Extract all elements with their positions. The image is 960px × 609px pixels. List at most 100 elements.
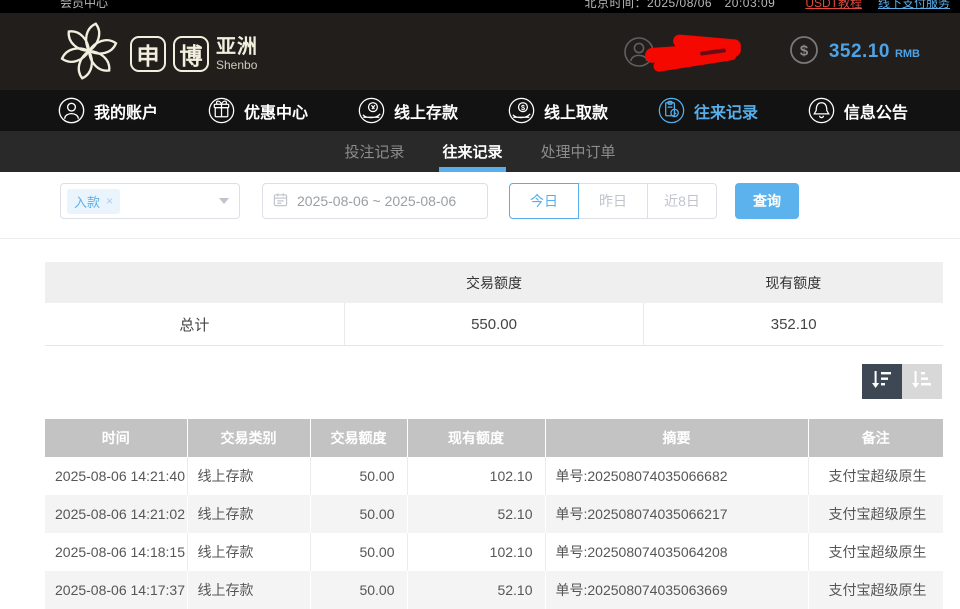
beijing-time: 北京时间：2025/08/06 20:03:09 bbox=[585, 0, 776, 11]
search-button[interactable]: 查询 bbox=[735, 183, 799, 219]
main-nav: 我的账户 优惠中心 线上存款 $ 线上取款 bbox=[0, 90, 960, 131]
cell-summary: 单号:202508074035066217 bbox=[545, 495, 808, 533]
tag-label: 入款 bbox=[74, 192, 100, 211]
table-row: 2025-08-06 14:17:37 线上存款 50.00 52.10 单号:… bbox=[45, 571, 943, 609]
brand-logo[interactable]: 申 博 亚洲 Shenbo bbox=[58, 20, 258, 87]
col-header-amount: 交易额度 bbox=[310, 419, 407, 457]
selected-type-tag: 入款 × bbox=[67, 189, 120, 214]
cell-amount: 50.00 bbox=[310, 571, 407, 609]
cell-time: 2025-08-06 14:21:40 bbox=[45, 457, 187, 495]
section-divider bbox=[0, 238, 960, 239]
logo-char-bo: 博 bbox=[173, 36, 209, 72]
offline-payment-link[interactable]: 线下支付服务 bbox=[878, 0, 950, 11]
type-select[interactable]: 入款 × bbox=[60, 183, 240, 219]
tag-remove-icon[interactable]: × bbox=[106, 195, 113, 207]
cell-remark: 支付宝超级原生 bbox=[808, 457, 943, 495]
summary-total-balance: 352.10 bbox=[643, 303, 943, 345]
dollar-coin-icon: $ bbox=[789, 35, 819, 70]
withdraw-icon: $ bbox=[508, 97, 535, 124]
nav-item-transaction-records[interactable]: 往来记录 bbox=[658, 97, 758, 124]
summary-header-transaction-amount: 交易额度 bbox=[344, 262, 643, 303]
summary-total-label: 总计 bbox=[45, 303, 344, 345]
username-redaction-scribble bbox=[645, 36, 745, 68]
cell-summary: 单号:202508074035064208 bbox=[545, 533, 808, 571]
logo-char-shen: 申 bbox=[130, 36, 166, 72]
col-header-balance: 现有额度 bbox=[407, 419, 545, 457]
cell-type: 线上存款 bbox=[187, 571, 310, 609]
cell-balance: 102.10 bbox=[407, 457, 545, 495]
record-subtabs: 投注记录 往来记录 处理中订单 bbox=[0, 131, 960, 172]
cell-type: 线上存款 bbox=[187, 533, 310, 571]
cell-amount: 50.00 bbox=[310, 457, 407, 495]
yesterday-button[interactable]: 昨日 bbox=[578, 183, 648, 219]
transactions-table: 时间 交易类别 交易额度 现有额度 摘要 备注 2025-08-06 14:21… bbox=[45, 419, 943, 609]
date-range-input[interactable]: 2025-08-06 ~ 2025-08-06 bbox=[262, 183, 488, 219]
nav-item-online-withdraw[interactable]: $ 线上取款 bbox=[508, 97, 608, 124]
date-range-value: 2025-08-06 ~ 2025-08-06 bbox=[297, 193, 456, 209]
nav-label: 线上取款 bbox=[544, 99, 608, 123]
cell-remark: 支付宝超级原生 bbox=[808, 533, 943, 571]
cell-summary: 单号:202508074035063669 bbox=[545, 571, 808, 609]
site-header: 申 博 亚洲 Shenbo $ bbox=[0, 13, 960, 90]
summary-header-current-balance: 现有额度 bbox=[644, 262, 943, 303]
nav-item-my-account[interactable]: 我的账户 bbox=[58, 97, 158, 124]
logo-region: 亚洲 Shenbo bbox=[216, 37, 258, 71]
summary-total-transaction: 550.00 bbox=[344, 303, 644, 345]
quick-date-buttons: 今日 昨日 近8日 bbox=[509, 183, 717, 219]
table-row: 2025-08-06 14:21:02 线上存款 50.00 52.10 单号:… bbox=[45, 495, 943, 533]
user-icon bbox=[58, 97, 85, 124]
col-header-time: 时间 bbox=[45, 419, 187, 457]
member-center-link[interactable]: 会员中心 bbox=[60, 0, 108, 11]
cell-summary: 单号:202508074035066682 bbox=[545, 457, 808, 495]
col-header-remark: 备注 bbox=[808, 419, 943, 457]
logo-wordmark: 申 博 bbox=[130, 36, 209, 72]
cell-remark: 支付宝超级原生 bbox=[808, 571, 943, 609]
bell-icon bbox=[808, 97, 835, 124]
usdt-tutorial-link[interactable]: USDT教程 bbox=[805, 0, 862, 11]
cell-time: 2025-08-06 14:18:15 bbox=[45, 533, 187, 571]
logo-region-en: Shenbo bbox=[216, 59, 258, 71]
balance-currency: RMB bbox=[895, 48, 920, 60]
top-utility-bar: 会员中心 北京时间：2025/08/06 20:03:09 USDT教程 线下支… bbox=[0, 0, 960, 13]
gift-icon bbox=[208, 97, 235, 124]
sort-controls bbox=[862, 364, 942, 399]
tab-transaction-records[interactable]: 往来记录 bbox=[442, 131, 502, 172]
sort-descending-icon bbox=[871, 368, 893, 395]
cell-time: 2025-08-06 14:21:02 bbox=[45, 495, 187, 533]
nav-label: 我的账户 bbox=[94, 99, 158, 123]
filter-row: 入款 × 2025-08-06 ~ 2025-08-06 今日 昨日 近8日 查… bbox=[60, 183, 799, 219]
cell-amount: 50.00 bbox=[310, 495, 407, 533]
svg-text:$: $ bbox=[800, 42, 809, 59]
nav-item-online-deposit[interactable]: 线上存款 bbox=[358, 97, 458, 124]
table-row: 2025-08-06 14:21:40 线上存款 50.00 102.10 单号… bbox=[45, 457, 943, 495]
balance-amount: 352.10 bbox=[829, 41, 890, 63]
record-icon bbox=[658, 97, 685, 124]
tab-pending-orders[interactable]: 处理中订单 bbox=[541, 131, 616, 172]
sort-descending-button[interactable] bbox=[862, 364, 902, 399]
sort-ascending-icon bbox=[911, 368, 933, 395]
cell-balance: 102.10 bbox=[407, 533, 545, 571]
summary-header-empty bbox=[45, 262, 344, 303]
last-8-days-button[interactable]: 近8日 bbox=[647, 183, 717, 219]
cell-amount: 50.00 bbox=[310, 533, 407, 571]
cell-type: 线上存款 bbox=[187, 457, 310, 495]
summary-total-row: 总计 550.00 352.10 bbox=[45, 303, 943, 346]
nav-label: 线上存款 bbox=[394, 99, 458, 123]
sort-ascending-button[interactable] bbox=[902, 364, 942, 399]
today-button[interactable]: 今日 bbox=[509, 183, 579, 219]
deposit-icon bbox=[358, 97, 385, 124]
table-row: 2025-08-06 14:18:15 线上存款 50.00 102.10 单号… bbox=[45, 533, 943, 571]
balance-display[interactable]: $ 352.10 RMB bbox=[789, 35, 920, 70]
calendar-icon bbox=[273, 192, 288, 210]
nav-label: 信息公告 bbox=[844, 99, 908, 123]
table-header-row: 时间 交易类别 交易额度 现有额度 摘要 备注 bbox=[45, 419, 943, 457]
tab-betting-records[interactable]: 投注记录 bbox=[344, 131, 404, 172]
cell-time: 2025-08-06 14:17:37 bbox=[45, 571, 187, 609]
summary-table: 交易额度 现有额度 总计 550.00 352.10 bbox=[45, 262, 943, 346]
logo-region-cn: 亚洲 bbox=[216, 37, 258, 57]
nav-item-promotions[interactable]: 优惠中心 bbox=[208, 97, 308, 124]
col-header-type: 交易类别 bbox=[187, 419, 310, 457]
account-area[interactable] bbox=[623, 34, 743, 70]
cell-type: 线上存款 bbox=[187, 495, 310, 533]
nav-item-announcements[interactable]: 信息公告 bbox=[808, 97, 908, 124]
